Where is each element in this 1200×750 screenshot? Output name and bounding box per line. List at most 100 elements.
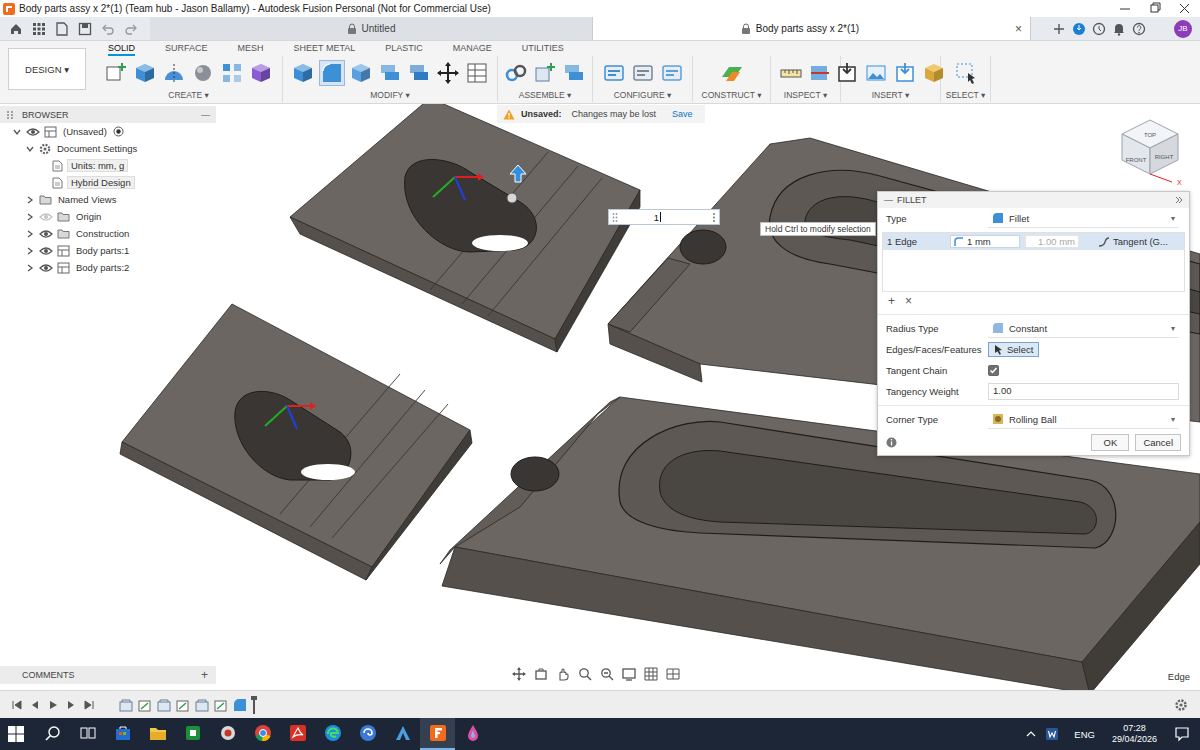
toolbar-tab[interactable]: SHEET METAL: [294, 43, 356, 56]
tangency-weight-input[interactable]: 1.00: [988, 383, 1179, 400]
eye-icon[interactable]: [39, 228, 53, 240]
tool-button[interactable]: [161, 60, 187, 86]
tool-button[interactable]: [132, 60, 158, 86]
new-tab-icon[interactable]: [1052, 22, 1066, 36]
tool-button[interactable]: [630, 60, 656, 86]
dialog-button[interactable]: Cancel: [1135, 434, 1181, 451]
tool-button[interactable]: [601, 60, 627, 86]
collapse-button[interactable]: —: [884, 195, 893, 205]
clock[interactable]: 07:2829/04/2026: [1112, 723, 1157, 745]
user-avatar[interactable]: JB: [1174, 20, 1192, 38]
undo-icon[interactable]: [101, 22, 115, 36]
tool-button[interactable]: [348, 60, 374, 86]
step-back-icon[interactable]: [30, 700, 40, 710]
browser-item[interactable]: Body parts:2: [0, 259, 216, 276]
remove-button[interactable]: ×: [905, 295, 912, 308]
browser-item[interactable]: Construction: [0, 225, 216, 242]
eye-icon[interactable]: [39, 262, 53, 274]
word-tray-icon[interactable]: [1045, 727, 1059, 741]
select-button[interactable]: Select: [988, 342, 1039, 357]
selection-set-row[interactable]: 1 Edge1 mm1.00 mmTangent (G...: [883, 233, 1184, 250]
viewcube[interactable]: TOPFRONTRIGHTX: [1122, 120, 1182, 186]
radius-input[interactable]: 1: [608, 209, 720, 225]
collapse-button[interactable]: —: [201, 110, 210, 120]
tool-button[interactable]: [921, 60, 947, 86]
grid-settings-icon[interactable]: [644, 667, 658, 681]
timeline-sketch-icon[interactable]: [175, 697, 191, 713]
close-icon[interactable]: [1170, 1, 1200, 17]
tool-group-dropdown[interactable]: INSERT ▾: [872, 90, 910, 100]
timeline-comp-icon[interactable]: [156, 697, 172, 713]
go-to-end-icon[interactable]: [84, 700, 94, 710]
windows-start-icon[interactable]: [8, 726, 24, 742]
tool-button[interactable]: [290, 60, 316, 86]
tool-group-dropdown[interactable]: ASSEMBLE ▾: [519, 90, 571, 100]
tool-group-dropdown[interactable]: INSPECT ▾: [784, 90, 827, 100]
tool-button[interactable]: [464, 60, 490, 86]
tool-button[interactable]: [503, 60, 529, 86]
timeline-comp-icon[interactable]: [118, 697, 134, 713]
grip-icon[interactable]: [6, 110, 14, 120]
eye-icon[interactable]: [26, 126, 40, 138]
comments-bar[interactable]: COMMENTS+: [0, 666, 216, 684]
browser-item[interactable]: Named Views: [0, 191, 216, 208]
go-to-start-icon[interactable]: [12, 700, 22, 710]
tool-button[interactable]: [863, 60, 889, 86]
save-icon[interactable]: [78, 22, 92, 36]
viewcube-face[interactable]: FRONT: [1126, 157, 1147, 163]
zoom-icon[interactable]: [578, 667, 592, 681]
display-settings-icon[interactable]: [622, 667, 636, 681]
home-icon[interactable]: [9, 22, 23, 36]
active-radio-icon[interactable]: [113, 126, 124, 137]
taskbar-app[interactable]: [315, 718, 350, 750]
more-icon[interactable]: [712, 212, 716, 223]
data-panel-icon[interactable]: [32, 22, 46, 36]
tool-button[interactable]: [319, 60, 345, 86]
taskbar-app[interactable]: [455, 718, 490, 750]
timeline-marker-icon[interactable]: [251, 696, 257, 714]
browser-item[interactable]: Body parts:1: [0, 242, 216, 259]
viewports-icon[interactable]: [666, 667, 680, 681]
taskbar-app[interactable]: [175, 718, 210, 750]
tool-button[interactable]: [406, 60, 432, 86]
chevron-icon[interactable]: [25, 246, 35, 256]
tool-button[interactable]: [103, 60, 129, 86]
taskbar-app[interactable]: [210, 718, 245, 750]
extensions-icon[interactable]: [1072, 22, 1086, 36]
taskbar-app[interactable]: [245, 718, 280, 750]
action-center-icon[interactable]: [1174, 726, 1190, 742]
eye-icon[interactable]: [39, 211, 53, 223]
tool-group-dropdown[interactable]: SELECT ▾: [946, 90, 986, 100]
job-status-icon[interactable]: [1092, 22, 1106, 36]
viewcube-face[interactable]: TOP: [1144, 132, 1156, 138]
grip-icon[interactable]: [612, 212, 618, 223]
browser-item[interactable]: (Unsaved): [0, 123, 216, 140]
chevron-icon[interactable]: [25, 144, 35, 154]
browser-item[interactable]: Document Settings: [0, 140, 216, 157]
tool-button[interactable]: [248, 60, 274, 86]
taskbar-app[interactable]: [105, 718, 140, 750]
zoom-window-icon[interactable]: [600, 667, 614, 681]
dialog-header[interactable]: —FILLET: [878, 192, 1189, 208]
tool-group-dropdown[interactable]: CONSTRUCT ▾: [702, 90, 762, 100]
type-dropdown[interactable]: Fillet▾: [988, 210, 1179, 228]
viewcube-face[interactable]: RIGHT: [1155, 154, 1174, 160]
expand-icon[interactable]: [1175, 196, 1183, 204]
save-link[interactable]: Save: [672, 109, 693, 119]
taskbar-app[interactable]: [280, 718, 315, 750]
taskbar-app[interactable]: [385, 718, 420, 750]
timeline-sketch-icon[interactable]: [213, 697, 229, 713]
timeline-settings-gear-icon[interactable]: [1174, 698, 1188, 712]
timeline-comp-icon[interactable]: [194, 697, 210, 713]
browser-item[interactable]: Units: mm, g: [0, 157, 216, 174]
tool-button[interactable]: [719, 60, 745, 86]
tangent-chain-checkbox[interactable]: [988, 365, 999, 376]
timeline-sketch-icon[interactable]: [137, 697, 153, 713]
tool-button[interactable]: [190, 60, 216, 86]
search-icon[interactable]: [45, 725, 61, 741]
tool-button[interactable]: [834, 60, 860, 86]
show-hidden-icons-icon[interactable]: [1026, 729, 1036, 739]
maximize-icon[interactable]: [1140, 1, 1170, 17]
add-comment-button[interactable]: +: [201, 668, 208, 682]
chevron-icon[interactable]: [25, 229, 35, 239]
